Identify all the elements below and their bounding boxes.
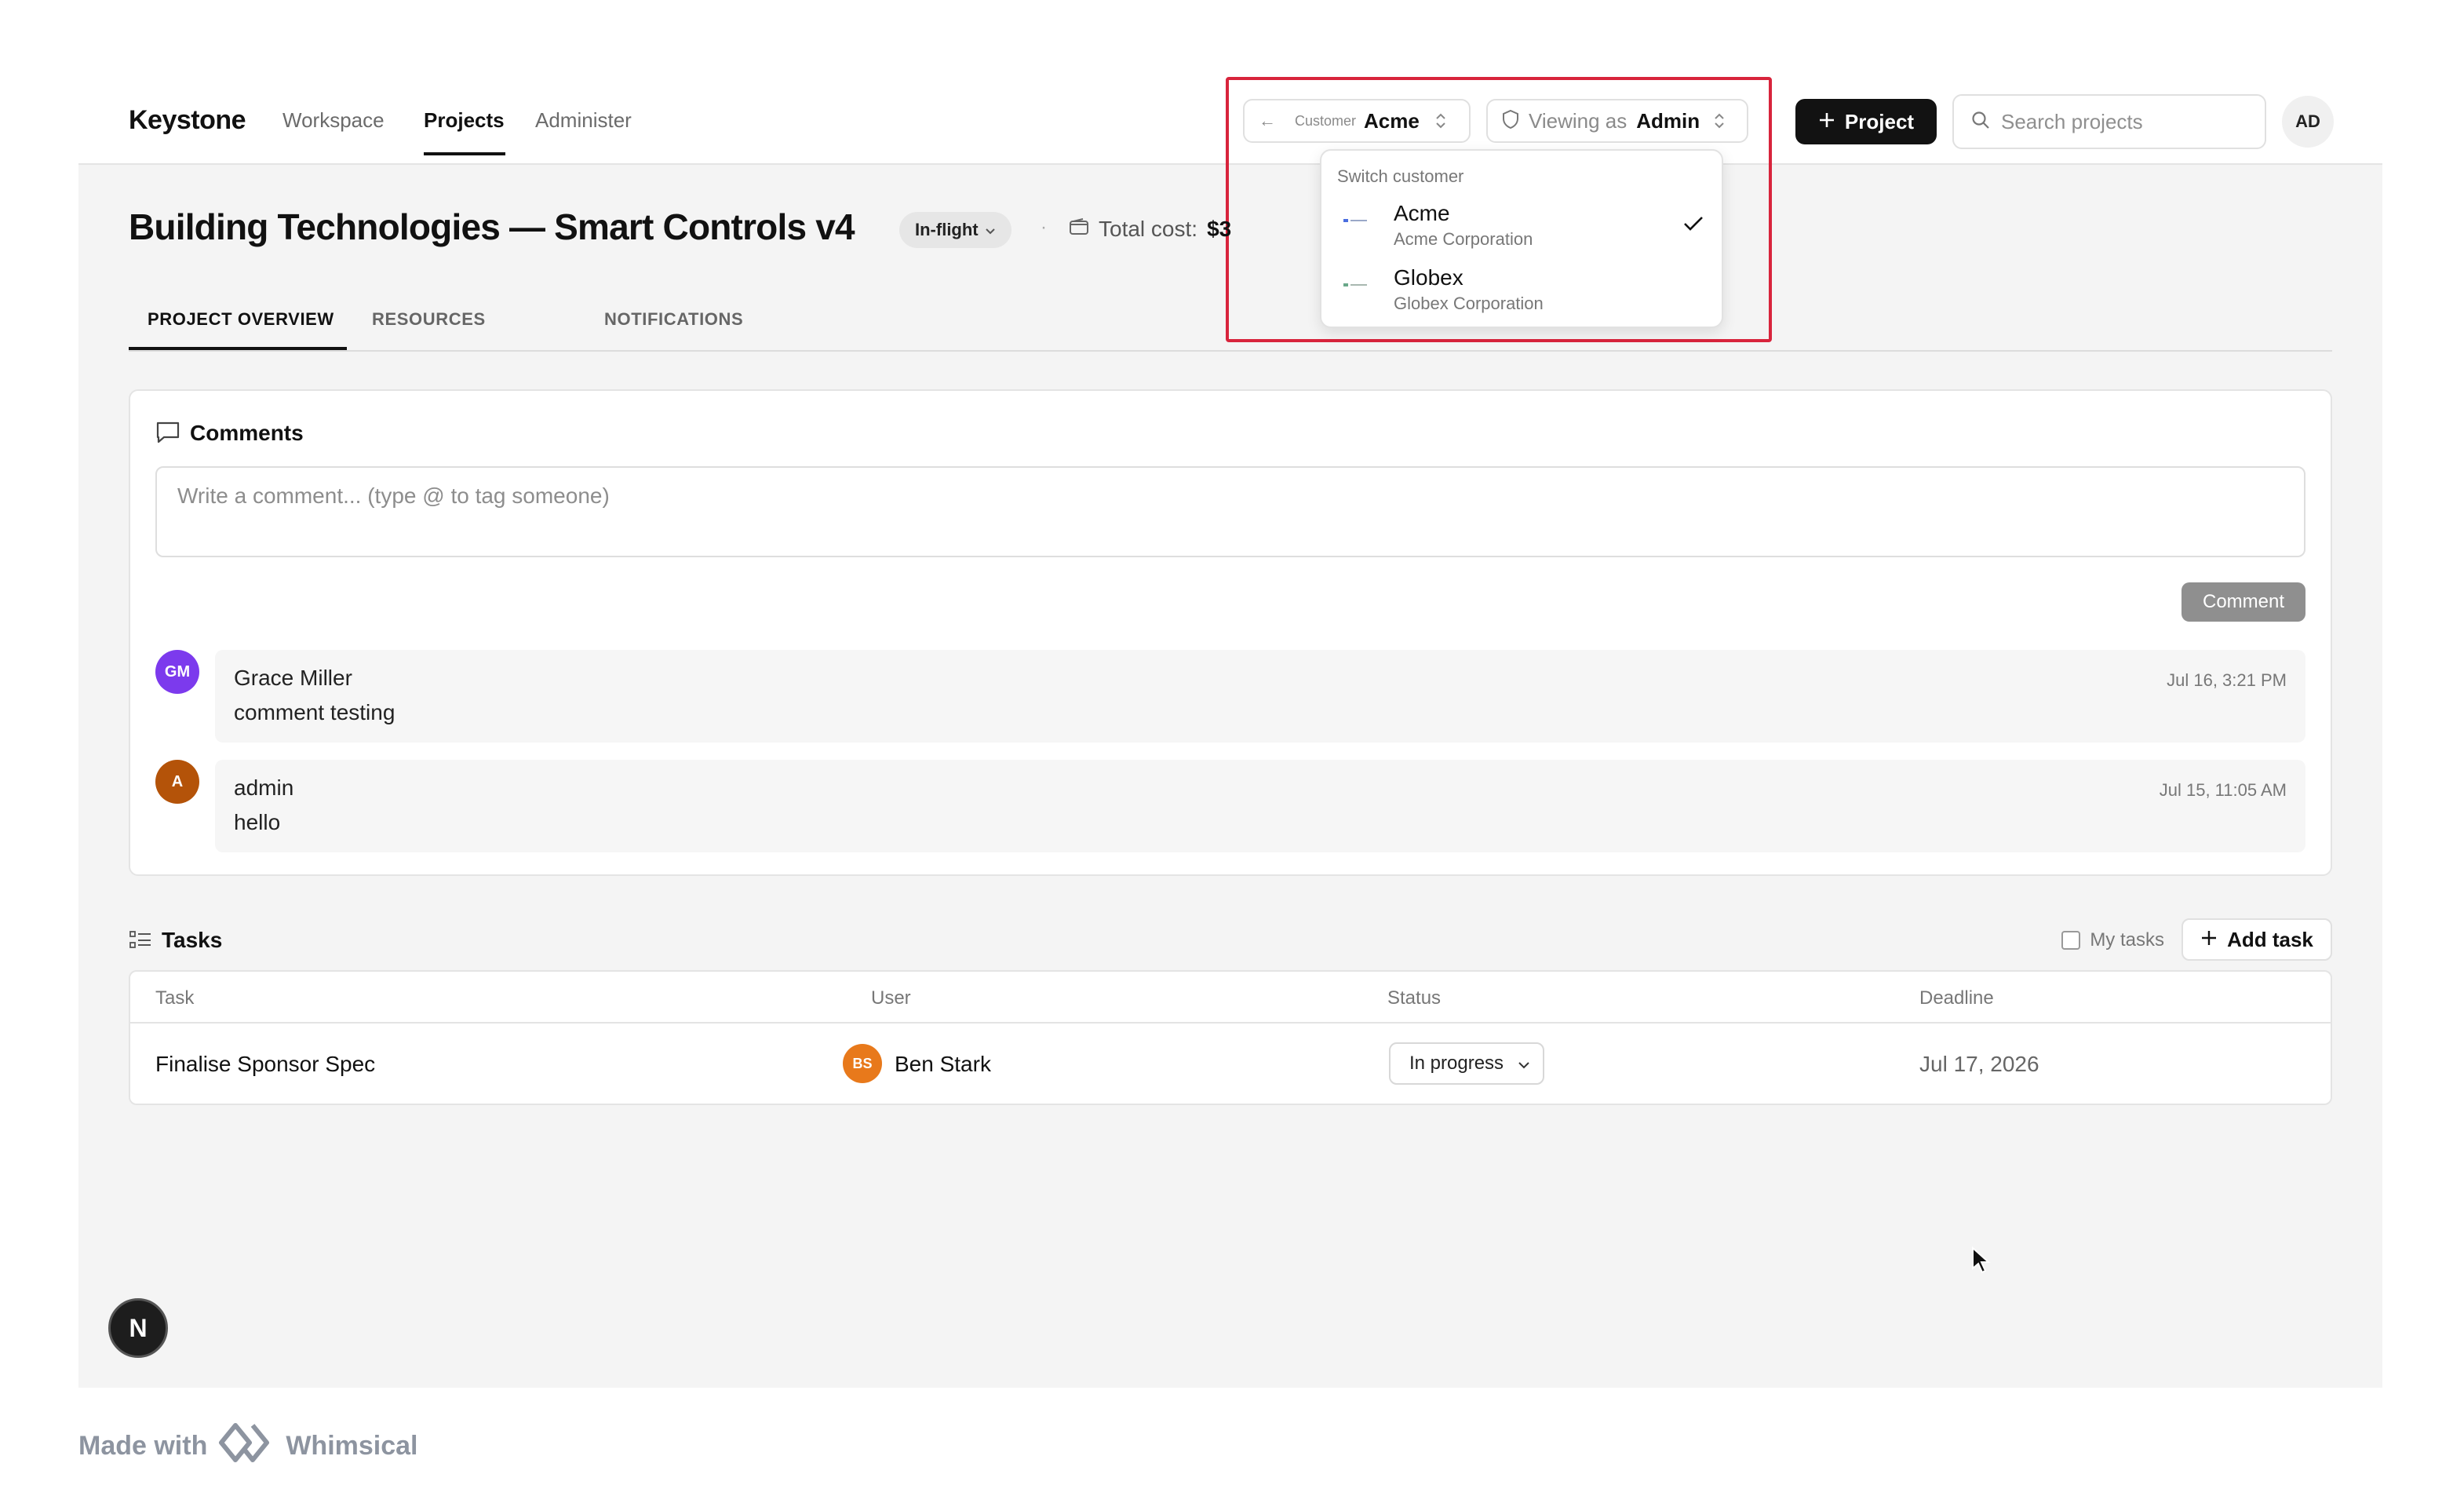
comment-body: hello bbox=[234, 810, 281, 834]
table-header-divider bbox=[130, 1022, 2331, 1024]
nav-administer[interactable]: Administer bbox=[535, 108, 632, 133]
column-header-status: Status bbox=[1387, 987, 1442, 1009]
customer-switch-heading: Switch customer bbox=[1337, 166, 1464, 186]
avatar: BS bbox=[843, 1044, 882, 1083]
avatar: A bbox=[155, 760, 199, 804]
comments-title: Comments bbox=[190, 421, 304, 445]
customer-option-name: Globex bbox=[1394, 265, 1463, 290]
comment-timestamp: Jul 16, 3:21 PM bbox=[2167, 670, 2287, 690]
comment-body: comment testing bbox=[234, 700, 395, 724]
task-list-icon bbox=[129, 929, 152, 955]
tab-resources[interactable]: RESOURCES bbox=[372, 309, 486, 330]
search-icon bbox=[1971, 111, 1990, 133]
user-avatar[interactable]: AD bbox=[2282, 96, 2334, 148]
customer-option-globex[interactable]: Globex Globex Corporation bbox=[1321, 262, 1722, 325]
my-tasks-filter[interactable]: My tasks bbox=[2061, 929, 2164, 951]
globex-logo-icon bbox=[1343, 283, 1367, 286]
chevron-down-icon bbox=[985, 220, 996, 240]
app-frame: Keystone Workspace Projects Administer ←… bbox=[78, 0, 2382, 1388]
column-header-user: User bbox=[871, 987, 911, 1009]
comment-input[interactable] bbox=[155, 466, 2305, 557]
page-title: Building Technologies — Smart Controls v… bbox=[129, 206, 855, 247]
made-with-footer: Made with Whimsical bbox=[78, 1422, 418, 1470]
comment-author: admin bbox=[234, 775, 294, 800]
add-task-label: Add task bbox=[2227, 927, 2313, 951]
brand-logo[interactable]: Keystone bbox=[129, 105, 246, 136]
comment-icon bbox=[155, 421, 180, 448]
active-tab-underline bbox=[129, 347, 347, 350]
task-deadline: Jul 17, 2026 bbox=[1919, 1052, 2039, 1076]
customer-option-subtitle: Globex Corporation bbox=[1394, 294, 1544, 313]
wallet-icon bbox=[1069, 217, 1089, 242]
comment-author: Grace Miller bbox=[234, 666, 352, 690]
customer-switch-menu: Switch customer Acme Acme Corporation Gl… bbox=[1320, 149, 1723, 328]
total-cost-label: Total cost: bbox=[1099, 217, 1198, 241]
comments-card: Comments Comment GM Grace Miller comment… bbox=[129, 389, 2332, 876]
task-name[interactable]: Finalise Sponsor Spec bbox=[155, 1052, 375, 1077]
whimsical-wordmark: Whimsical bbox=[286, 1431, 418, 1461]
column-header-task: Task bbox=[155, 987, 195, 1009]
total-cost: Total cost: $3 bbox=[1069, 217, 1231, 242]
task-status-value: In progress bbox=[1409, 1053, 1504, 1074]
chevron-down-icon bbox=[1518, 1053, 1530, 1075]
comment-submit-button[interactable]: Comment bbox=[2182, 582, 2305, 622]
header-separator: · bbox=[1041, 217, 1047, 238]
acme-logo-icon bbox=[1343, 219, 1367, 222]
column-header-deadline: Deadline bbox=[1919, 987, 1994, 1009]
plus-icon bbox=[2200, 928, 2218, 952]
comment-item: admin hello Jul 15, 11:05 AM bbox=[215, 760, 2305, 852]
comment-item: Grace Miller comment testing Jul 16, 3:2… bbox=[215, 650, 2305, 743]
add-task-button[interactable]: Add task bbox=[2182, 918, 2332, 961]
plus-icon bbox=[1818, 110, 1835, 134]
search-bar[interactable] bbox=[1952, 94, 2266, 149]
whimsical-logo-icon bbox=[218, 1422, 275, 1470]
project-tabs: PROJECT OVERVIEW RESOURCES NOTIFICATIONS bbox=[129, 295, 2332, 352]
checkmark-icon bbox=[1682, 215, 1704, 236]
task-user: Ben Stark bbox=[895, 1052, 991, 1076]
customer-option-acme[interactable]: Acme Acme Corporation bbox=[1321, 198, 1722, 261]
customer-option-name: Acme bbox=[1394, 201, 1450, 225]
project-status-value: In-flight bbox=[915, 220, 979, 239]
search-input[interactable] bbox=[2001, 109, 2252, 134]
tab-notifications[interactable]: NOTIFICATIONS bbox=[604, 309, 743, 330]
next-dev-badge[interactable]: N bbox=[108, 1298, 168, 1358]
top-navigation-bar: Keystone Workspace Projects Administer ←… bbox=[78, 0, 2382, 342]
nav-workspace[interactable]: Workspace bbox=[282, 108, 385, 133]
avatar: GM bbox=[155, 650, 199, 694]
customer-option-subtitle: Acme Corporation bbox=[1394, 229, 1533, 249]
made-with-label: Made with bbox=[78, 1431, 208, 1461]
nav-projects[interactable]: Projects bbox=[424, 108, 505, 133]
comment-timestamp: Jul 15, 11:05 AM bbox=[2159, 780, 2287, 800]
task-status-select[interactable]: In progress bbox=[1389, 1042, 1544, 1085]
new-project-button[interactable]: Project bbox=[1795, 99, 1937, 144]
tab-project-overview[interactable]: PROJECT OVERVIEW bbox=[148, 309, 334, 330]
nav-active-underline bbox=[424, 152, 505, 155]
my-tasks-label: My tasks bbox=[2090, 929, 2164, 951]
mouse-cursor-icon bbox=[1971, 1246, 1992, 1279]
tasks-title: Tasks bbox=[162, 928, 223, 952]
new-project-label: Project bbox=[1844, 109, 1915, 133]
tasks-header: Tasks My tasks Add task bbox=[129, 918, 2332, 962]
my-tasks-checkbox[interactable] bbox=[2061, 931, 2081, 950]
tasks-table: Task User Status Deadline Finalise Spons… bbox=[129, 970, 2332, 1105]
project-status-dropdown[interactable]: In-flight bbox=[899, 212, 1011, 248]
total-cost-value: $3 bbox=[1207, 217, 1232, 241]
